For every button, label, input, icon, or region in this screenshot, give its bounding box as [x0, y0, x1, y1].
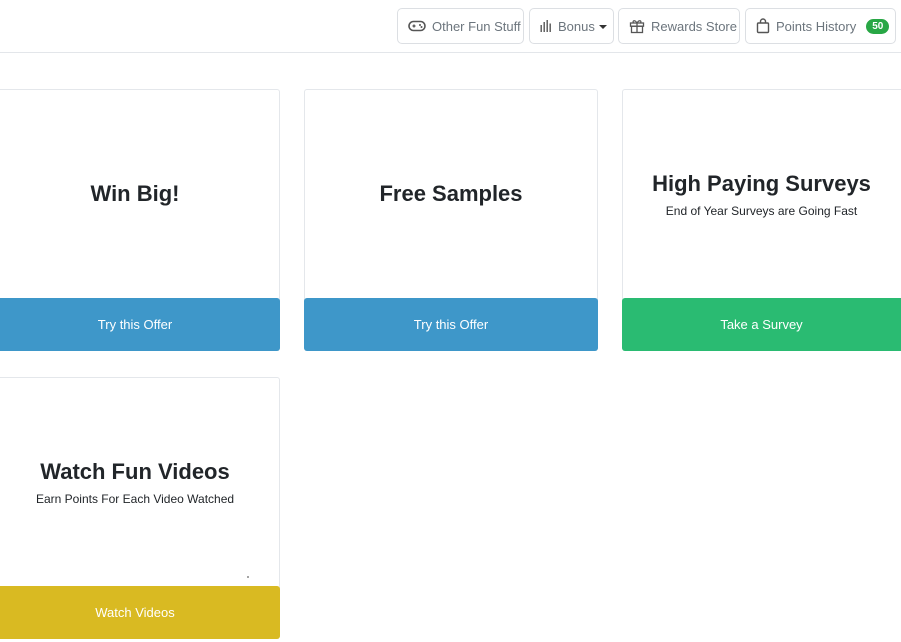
card-body: High Paying Surveys End of Year Surveys … [623, 90, 900, 298]
points-history-button[interactable]: Points History 50 [745, 8, 896, 44]
card-body: Free Samples [305, 90, 597, 298]
card-subtitle: End of Year Surveys are Going Fast [665, 203, 858, 218]
points-badge: 50 [866, 18, 890, 34]
offer-card-win-big: Win Big! Try this Offer [0, 89, 280, 351]
gift-icon [629, 18, 645, 34]
other-fun-stuff-label: Other Fun Stuff [432, 18, 521, 34]
offer-card-surveys: High Paying Surveys End of Year Surveys … [622, 89, 901, 351]
decorative-dot [247, 576, 249, 578]
card-title: Free Samples [379, 181, 523, 206]
card-body: Watch Fun Videos Earn Points For Each Vi… [0, 378, 279, 586]
points-history-label: Points History [776, 18, 857, 34]
shopping-bag-icon [756, 18, 770, 34]
card-subtitle: Earn Points For Each Video Watched [35, 491, 235, 506]
offer-card-free-samples: Free Samples Try this Offer [304, 89, 598, 351]
card-body: Win Big! [0, 90, 279, 298]
bar-chart-icon [540, 20, 552, 32]
card-title: High Paying Surveys [652, 170, 871, 196]
bonus-dropdown-button[interactable]: Bonus [529, 8, 614, 44]
take-survey-button[interactable]: Take a Survey [622, 298, 901, 351]
rewards-store-label: Rewards Store [651, 18, 737, 34]
try-offer-button[interactable]: Try this Offer [304, 298, 598, 351]
try-offer-button[interactable]: Try this Offer [0, 298, 280, 351]
rewards-store-button[interactable]: Rewards Store [618, 8, 740, 44]
offer-card-videos: Watch Fun Videos Earn Points For Each Vi… [0, 377, 280, 639]
bonus-label: Bonus [558, 18, 595, 34]
watch-videos-button[interactable]: Watch Videos [0, 586, 280, 639]
caret-down-icon [598, 24, 607, 29]
gamepad-icon [408, 20, 426, 32]
card-title: Watch Fun Videos [40, 458, 230, 484]
other-fun-stuff-button[interactable]: Other Fun Stuff [397, 8, 524, 44]
top-navbar: Other Fun Stuff Bonus Rewards Store Poin… [0, 0, 901, 53]
card-title: Win Big! [90, 181, 180, 206]
